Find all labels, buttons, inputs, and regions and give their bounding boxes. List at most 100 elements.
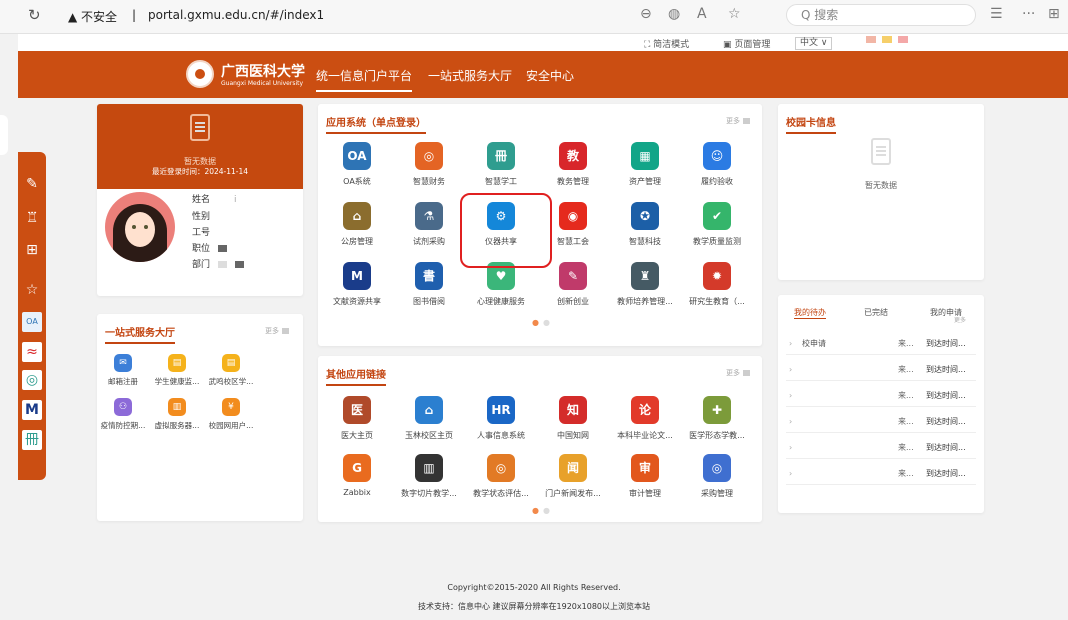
nav-service-hall[interactable]: 一站式服务大厅 bbox=[428, 67, 512, 84]
app-tile[interactable]: ◎ 教学状态评估... bbox=[466, 454, 536, 499]
more-icon[interactable]: ··· bbox=[1022, 6, 1035, 22]
app-tile[interactable]: 書图书借阅 bbox=[394, 262, 464, 307]
refresh-icon[interactable]: ↻ bbox=[28, 6, 41, 24]
app-tile[interactable]: G Zabbix bbox=[322, 454, 392, 497]
app-more-link[interactable]: 更多 bbox=[726, 116, 750, 126]
favorites-list-icon[interactable]: ☰ bbox=[990, 6, 1003, 22]
oa-shortcut-icon[interactable]: OA bbox=[22, 312, 42, 332]
thesis-icon: 论 bbox=[631, 396, 659, 424]
app-tile[interactable]: ▤ 学生健康监... bbox=[151, 354, 203, 387]
todo-item[interactable]: › 来... 到达时间... bbox=[786, 357, 976, 381]
app-tile[interactable]: ◎ 采购管理 bbox=[682, 454, 752, 499]
todo-item[interactable]: › 来... 到达时间... bbox=[786, 383, 976, 407]
app-tile[interactable]: HR 人事信息系统 bbox=[466, 396, 536, 441]
browser-toolbar: ↻ ▲ 不安全 | portal.gxmu.edu.cn/#/index1 ⊖ … bbox=[0, 0, 1068, 34]
app-tile[interactable]: ▦ 资产管理 bbox=[610, 142, 680, 187]
tracking-icon[interactable]: ◍ bbox=[668, 6, 680, 22]
app-tile[interactable]: 审审计管理 bbox=[610, 454, 680, 499]
sidebar-toggle-icon[interactable]: ⊞ bbox=[1048, 6, 1060, 22]
zoom-icon[interactable]: ⊖ bbox=[640, 6, 652, 22]
links-more-link[interactable]: 更多 bbox=[726, 368, 750, 378]
app-tile[interactable]: ♥ 心理健康服务 bbox=[466, 262, 536, 307]
network-user-icon: ¥ bbox=[222, 398, 240, 416]
security-warning[interactable]: ▲ 不安全 bbox=[68, 8, 117, 25]
shortcut-icon[interactable]: 冊 bbox=[22, 430, 42, 450]
app-tile[interactable]: ▥ 虚拟服务器... bbox=[151, 398, 203, 431]
app-tile[interactable]: 知中国知网 bbox=[538, 396, 608, 441]
color-swatch[interactable] bbox=[882, 36, 892, 43]
app-tile[interactable]: ▤ 武鸣校区学... bbox=[205, 354, 257, 387]
color-swatch[interactable] bbox=[866, 36, 876, 43]
shortcut-icon[interactable]: ≈ bbox=[22, 342, 42, 362]
edit-icon[interactable]: ✎ bbox=[22, 174, 42, 194]
tab-completed[interactable]: 已完结 bbox=[864, 307, 888, 318]
app-tile[interactable]: M 文献资源共享 bbox=[322, 262, 392, 307]
app-tile[interactable]: 医医大主页 bbox=[322, 396, 392, 441]
app-tile[interactable]: ⚗ 试剂采购 bbox=[394, 202, 464, 247]
avatar[interactable] bbox=[105, 192, 175, 262]
add-icon[interactable]: ⊞ bbox=[22, 240, 42, 260]
read-aloud-icon[interactable]: A bbox=[697, 6, 707, 22]
app-tile[interactable]: ▥ 数字切片教学... bbox=[394, 454, 464, 499]
app-tile[interactable]: ⌂ 公房管理 bbox=[322, 202, 392, 247]
app-tile[interactable]: ☺ 履约验收 bbox=[682, 142, 752, 187]
app-label: 智慧学工 bbox=[485, 177, 517, 186]
app-label: 学生健康监... bbox=[154, 377, 200, 386]
app-tile[interactable]: 论本科毕业论文... bbox=[610, 396, 680, 441]
graduate-icon: ✹ bbox=[703, 262, 731, 290]
todo-from: 来... bbox=[898, 469, 914, 478]
app-tile[interactable]: ✹ 研究生教育（... bbox=[682, 262, 752, 307]
simple-mode-link[interactable]: ⛶ 简洁模式 bbox=[644, 37, 689, 50]
collapse-handle[interactable] bbox=[0, 115, 8, 155]
app-tile[interactable]: ✔ 教学质量监测 bbox=[682, 202, 752, 247]
address-bar[interactable]: portal.gxmu.edu.cn/#/index1 bbox=[148, 8, 324, 22]
todo-from: 来... bbox=[898, 339, 914, 348]
app-tile[interactable]: OA OA系统 bbox=[322, 142, 392, 187]
pagination-dots[interactable]: ●● bbox=[532, 506, 554, 515]
todo-item[interactable]: › 来... 到达时间... bbox=[786, 461, 976, 485]
star-icon[interactable]: ☆ bbox=[22, 280, 42, 300]
favorite-icon[interactable]: ☆ bbox=[728, 6, 741, 22]
app-tile[interactable]: 冊智慧学工 bbox=[466, 142, 536, 187]
language-select[interactable]: 中文 ∨ bbox=[795, 37, 833, 50]
page-management-link[interactable]: ▣ 页面管理 bbox=[723, 37, 770, 50]
department-field: 部门 bbox=[192, 257, 245, 270]
app-tile[interactable]: ♜ 教师培养管理... bbox=[610, 262, 680, 307]
app-tile[interactable]: ✪ 智慧科技 bbox=[610, 202, 680, 247]
shirt-icon[interactable]: ♖ bbox=[22, 208, 42, 228]
shortcut-icon[interactable]: ◎ bbox=[22, 370, 42, 390]
app-tile[interactable]: ✚ 医学形态学教... bbox=[682, 396, 752, 441]
quick-sidebar: ✎ ♖ ⊞ ☆ OA ≈ ◎ M 冊 bbox=[18, 152, 46, 480]
todo-item[interactable]: › 来... 到达时间... bbox=[786, 409, 976, 433]
app-tile[interactable]: ⌂ 玉林校区主页 bbox=[394, 396, 464, 441]
chevron-right-icon: › bbox=[789, 391, 793, 400]
university-logo-icon[interactable] bbox=[186, 60, 214, 88]
todo-card: 我的待办 已完结 我的申请 更多 › 校申请 来... 到达时间... › 来... 到达时… bbox=[778, 295, 984, 513]
app-label: 文献资源共享 bbox=[333, 297, 381, 306]
school-name[interactable]: 广西医科大学 bbox=[221, 61, 305, 81]
app-label: 图书借阅 bbox=[413, 297, 445, 306]
app-tile[interactable]: ✉ 邮箱注册 bbox=[97, 354, 149, 387]
app-tile[interactable]: ⚇ 疫情防控期... bbox=[97, 398, 149, 431]
service-more-link[interactable]: 更多 bbox=[265, 326, 289, 336]
campus-card-title: 校园卡信息 bbox=[786, 114, 836, 134]
app-tile[interactable]: 教教务管理 bbox=[538, 142, 608, 187]
nav-portal[interactable]: 统一信息门户平台 bbox=[316, 67, 413, 92]
app-tile[interactable]: ¥ 校园网用户... bbox=[205, 398, 257, 431]
shortcut-icon[interactable]: M bbox=[22, 400, 42, 420]
nav-security-center[interactable]: 安全中心 bbox=[526, 67, 574, 84]
app-label: 审计管理 bbox=[629, 489, 661, 498]
todo-item[interactable]: › 校申请 来... 到达时间... bbox=[786, 331, 976, 355]
pagination-dots[interactable]: ●● bbox=[532, 318, 554, 327]
todo-more-link[interactable]: 更多 bbox=[954, 315, 966, 324]
app-tile[interactable]: ◎ 智慧财务 bbox=[394, 142, 464, 187]
todo-item[interactable]: › 来... 到达时间... bbox=[786, 435, 976, 459]
utility-bar: ⛶ 简洁模式 ▣ 页面管理 中文 ∨ bbox=[18, 34, 1068, 51]
app-tile[interactable]: ✎ 创新创业 bbox=[538, 262, 608, 307]
tab-my-todo[interactable]: 我的待办 bbox=[794, 307, 826, 319]
teacher-training-icon: ♜ bbox=[631, 262, 659, 290]
evaluation-icon: ◎ bbox=[487, 454, 515, 482]
color-swatch[interactable] bbox=[898, 36, 908, 43]
browser-search-input[interactable]: Q 搜索 bbox=[786, 4, 976, 26]
app-tile[interactable]: 闻门户新闻发布... bbox=[538, 454, 608, 499]
